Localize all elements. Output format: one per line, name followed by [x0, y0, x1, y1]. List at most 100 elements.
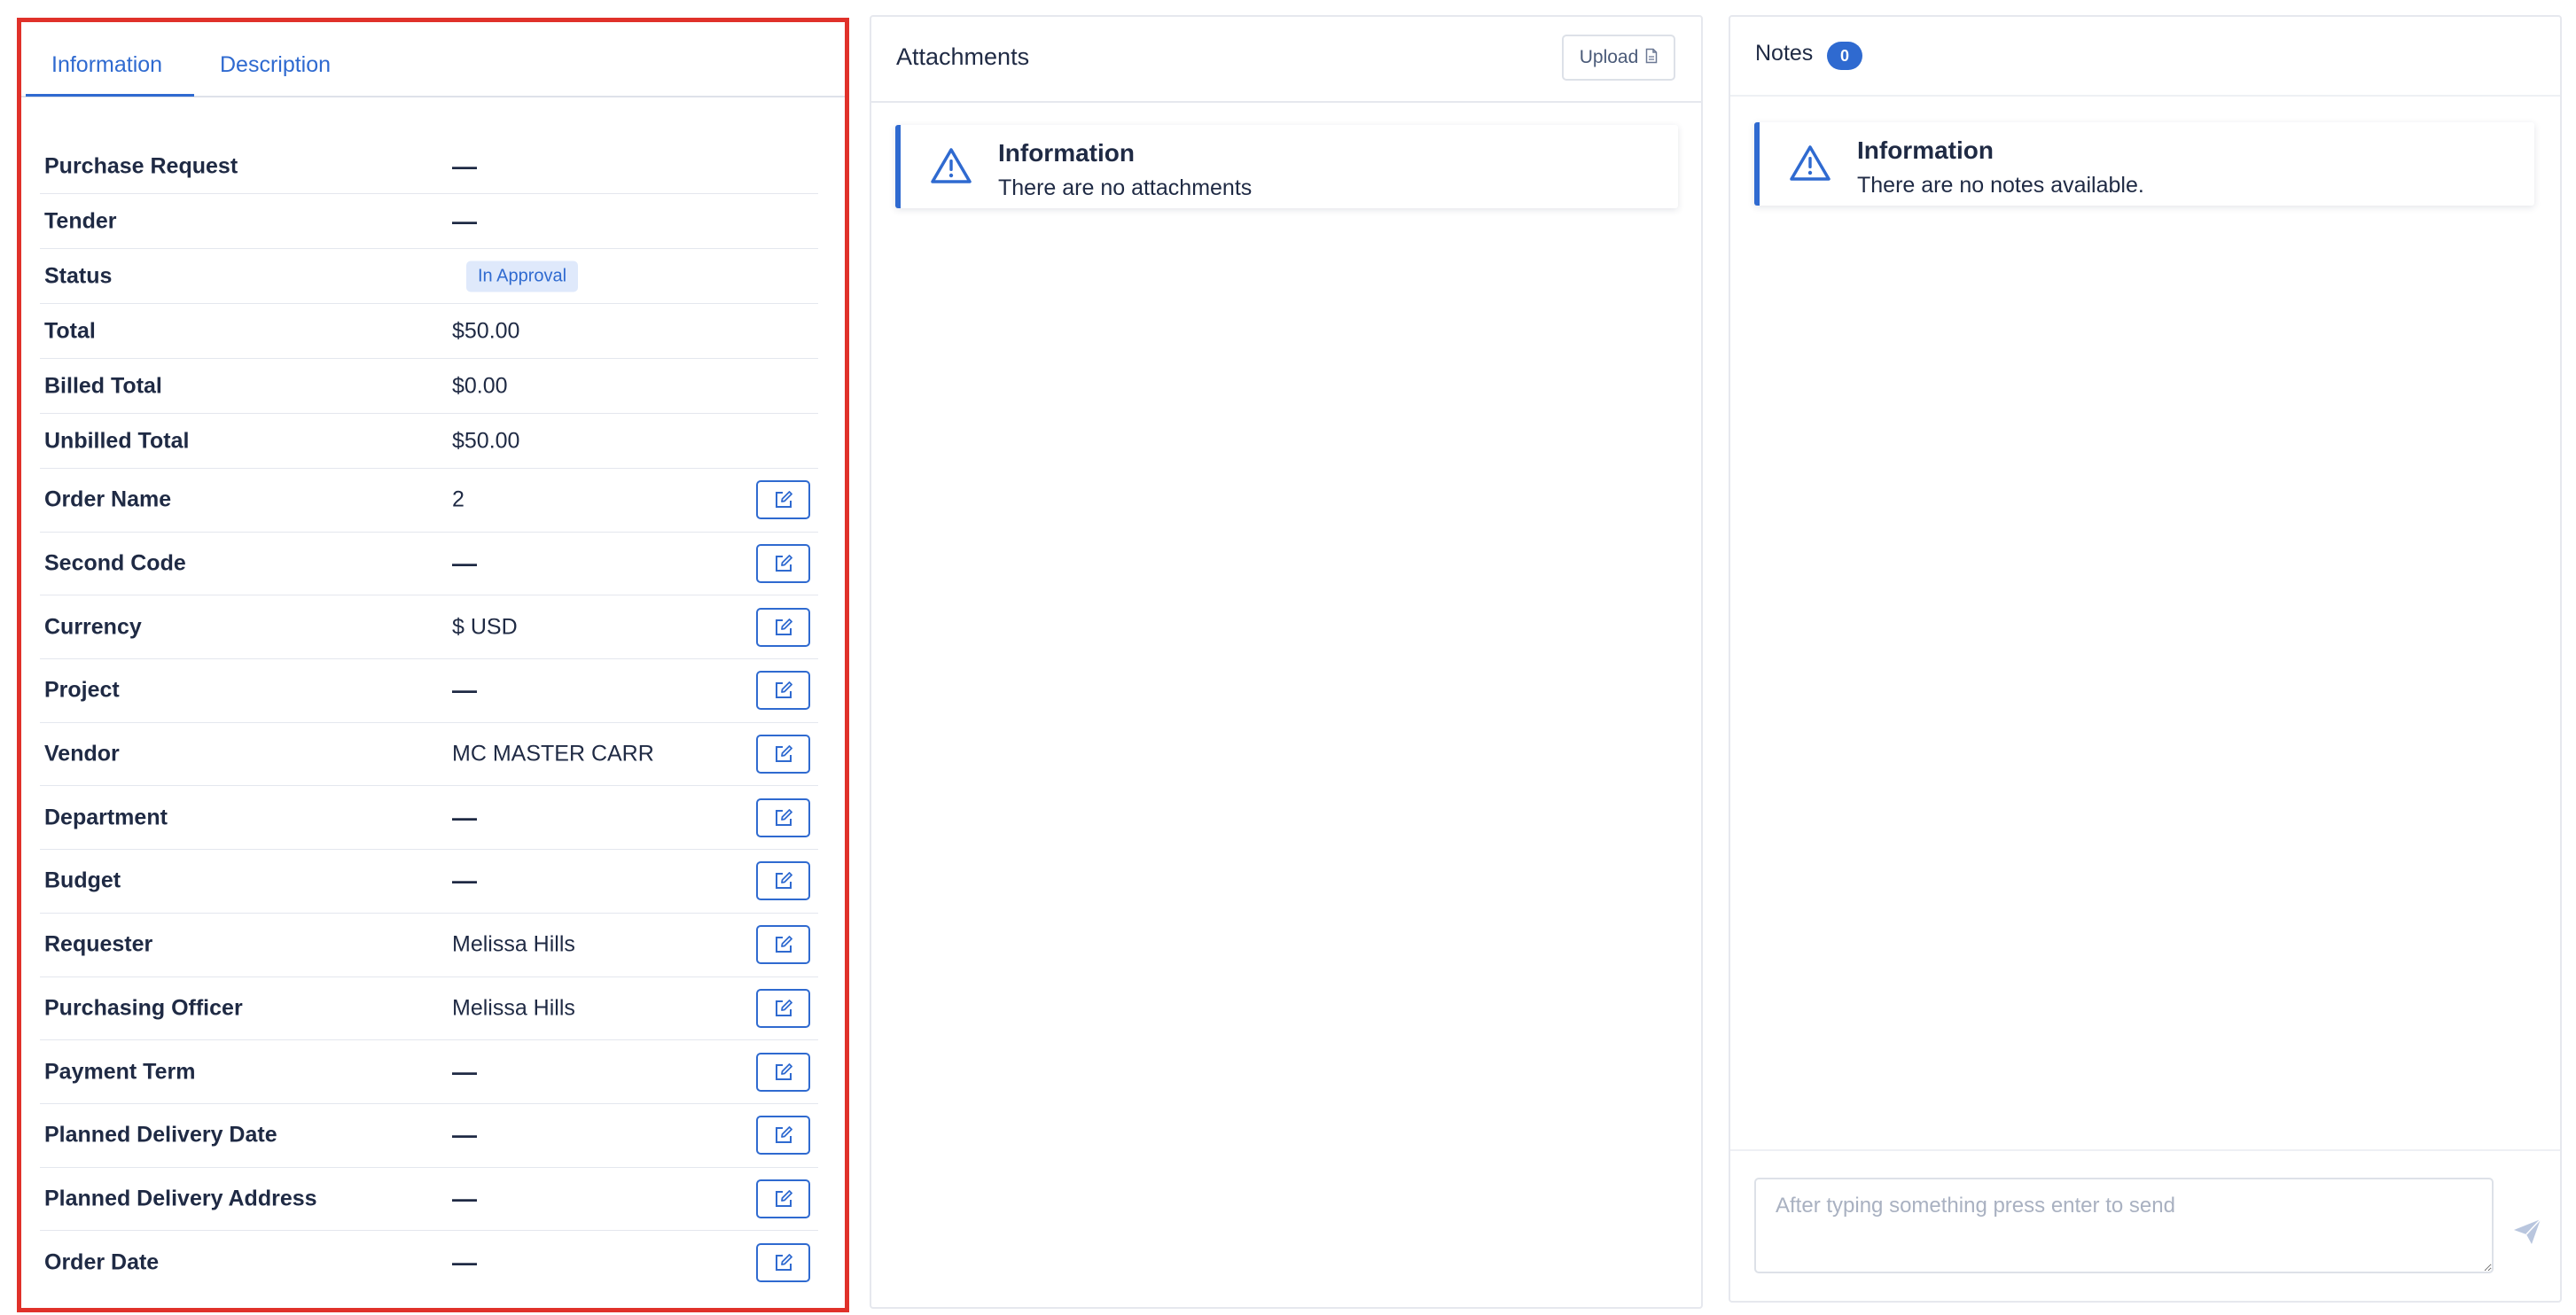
info-row-value: 2 — [452, 486, 464, 512]
edit-icon — [774, 999, 793, 1018]
info-row: Requester Melissa Hills — [40, 914, 818, 977]
info-row-value: — — [452, 1249, 477, 1277]
notes-count-badge: 0 — [1827, 42, 1862, 70]
info-row-value: — — [452, 1184, 477, 1212]
info-row: Payment Term — — [40, 1040, 818, 1104]
edit-icon — [774, 935, 793, 954]
info-row: Planned Delivery Date — — [40, 1104, 818, 1168]
info-row: Second Code — — [40, 533, 818, 596]
info-row-label: Department — [44, 805, 168, 830]
alert-title: Information — [1857, 136, 1994, 164]
edit-button[interactable] — [756, 544, 810, 584]
info-row-label: Currency — [44, 614, 142, 640]
edit-button[interactable] — [756, 1179, 810, 1218]
edit-button[interactable] — [756, 1243, 810, 1283]
note-input[interactable] — [1754, 1178, 2494, 1273]
warning-triangle-icon — [1788, 144, 1832, 187]
edit-button[interactable] — [756, 988, 810, 1028]
edit-icon — [774, 1189, 793, 1209]
notes-composer — [1730, 1149, 2560, 1301]
info-row-value: $0.00 — [452, 373, 508, 398]
info-row-label: Purchase Request — [44, 153, 238, 178]
info-row-label: Tender — [44, 208, 117, 233]
info-row-label: Order Date — [44, 1249, 160, 1275]
notes-header: Notes 0 — [1730, 17, 2560, 97]
info-row: Purchase Request — — [40, 139, 818, 194]
info-row-value: Melissa Hills — [452, 995, 575, 1021]
info-row: Unbilled Total $50.00 — [40, 414, 818, 469]
info-row-label: Vendor — [44, 741, 120, 766]
edit-button[interactable] — [756, 1052, 810, 1092]
info-row-value: $ USD — [452, 614, 518, 640]
upload-button-label: Upload — [1579, 47, 1639, 67]
tab-bar: Information Description — [21, 22, 845, 97]
info-row-label: Status — [44, 263, 113, 288]
info-row: Vendor MC MASTER CARR — [40, 723, 818, 787]
notes-title: Notes — [1755, 41, 1814, 66]
edit-icon — [774, 808, 793, 828]
info-row-value: — — [452, 206, 477, 235]
information-list: Purchase Request — Tender — Status In Approva… — [40, 139, 818, 1295]
edit-icon — [774, 490, 793, 510]
info-row: Department — — [40, 786, 818, 851]
edit-button[interactable] — [756, 671, 810, 711]
status-badge: In Approval — [466, 261, 579, 292]
info-row-label: Payment Term — [44, 1059, 196, 1085]
tab-description[interactable]: Description — [220, 52, 331, 78]
no-attachments-alert: Information There are no attachments — [895, 125, 1678, 208]
warning-triangle-icon — [929, 146, 973, 190]
info-row-value: — — [452, 1057, 477, 1085]
info-row-value: $50.00 — [452, 318, 520, 343]
info-row: Tender — — [40, 194, 818, 249]
info-row-label: Planned Delivery Date — [44, 1122, 277, 1148]
info-row-value: — — [452, 152, 477, 180]
edit-icon — [774, 1125, 793, 1145]
alert-message: There are no attachments — [998, 175, 1253, 200]
edit-icon — [774, 618, 793, 637]
information-panel: Information Description Purchase Request… — [17, 18, 849, 1312]
info-row-value: — — [452, 1121, 477, 1149]
edit-icon — [774, 744, 793, 764]
alert-title: Information — [998, 139, 1135, 167]
info-row-value: — — [452, 549, 477, 578]
edit-icon — [774, 871, 793, 891]
file-icon — [1645, 48, 1658, 68]
info-row-value: $50.00 — [452, 428, 520, 453]
send-icon[interactable] — [2508, 1212, 2547, 1251]
info-row-value: — — [452, 803, 477, 831]
info-row-label: Planned Delivery Address — [44, 1186, 317, 1211]
info-row-label: Project — [44, 677, 120, 703]
edit-button[interactable] — [756, 861, 810, 901]
info-row: Billed Total $0.00 — [40, 359, 818, 414]
info-row-label: Budget — [44, 868, 121, 893]
info-row-label: Unbilled Total — [44, 428, 190, 453]
edit-button[interactable] — [756, 607, 810, 647]
upload-button[interactable]: Upload — [1562, 35, 1675, 81]
info-row-label: Order Name — [44, 486, 172, 512]
notes-panel: Notes 0 Information There are no notes a… — [1729, 15, 2562, 1303]
info-row: Order Name 2 — [40, 469, 818, 533]
edit-button[interactable] — [756, 925, 810, 965]
edit-icon — [774, 681, 793, 700]
info-row: Budget — — [40, 850, 818, 914]
active-tab-indicator — [26, 94, 194, 97]
edit-icon — [774, 1253, 793, 1272]
info-row: Total $50.00 — [40, 304, 818, 359]
edit-button[interactable] — [756, 798, 810, 837]
tab-information[interactable]: Information — [51, 52, 162, 78]
info-row-label: Billed Total — [44, 373, 162, 398]
edit-button[interactable] — [756, 735, 810, 774]
info-row-label: Total — [44, 318, 96, 343]
edit-button[interactable] — [756, 480, 810, 520]
info-row-value: — — [452, 676, 477, 704]
attachments-panel: Attachments Upload Information There are… — [870, 15, 1703, 1309]
edit-button[interactable] — [756, 1116, 810, 1155]
info-row: Order Date — — [40, 1231, 818, 1295]
attachments-header: Attachments Upload — [871, 17, 1701, 103]
info-row-label: Requester — [44, 931, 153, 957]
info-row: Purchasing Officer Melissa Hills — [40, 977, 818, 1041]
edit-icon — [774, 554, 793, 573]
info-row: Status In Approval — [40, 249, 818, 304]
alert-message: There are no notes available. — [1857, 173, 2144, 198]
info-row-value: — — [452, 867, 477, 895]
